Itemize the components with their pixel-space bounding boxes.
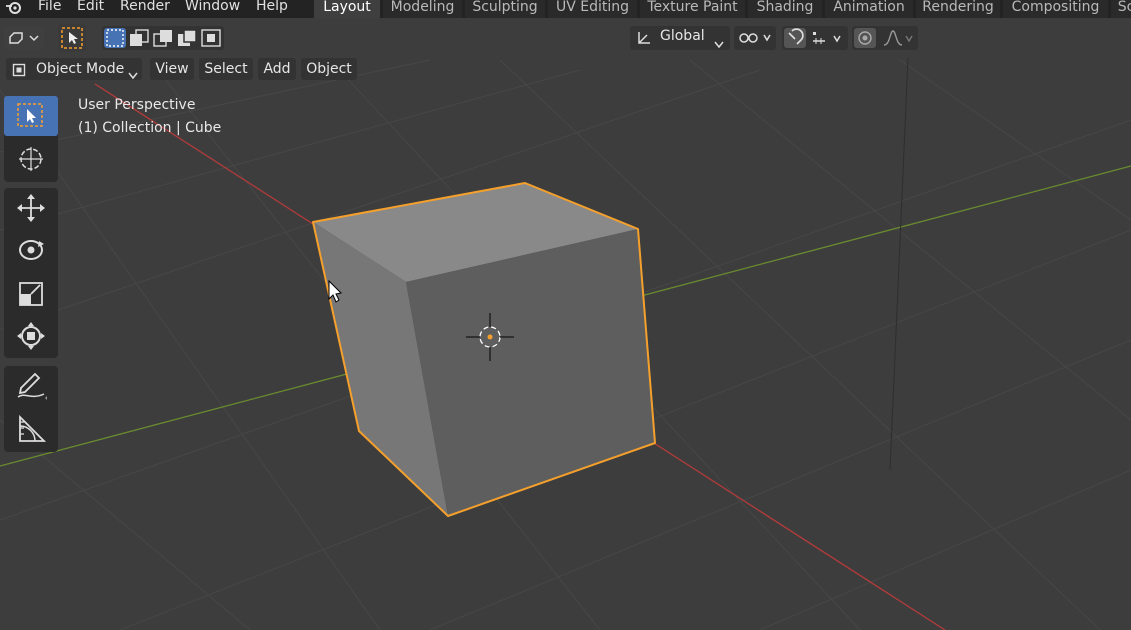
toolbar-group-transform: [4, 188, 58, 358]
tab-sculpting[interactable]: Sculpting: [465, 0, 545, 18]
select-cursor-icon: [61, 27, 83, 53]
viewport-3d[interactable]: [0, 0, 1131, 630]
tab-layout[interactable]: Layout: [314, 0, 380, 18]
mode-chevron-down-icon: [128, 65, 138, 87]
mode-label: Object Mode: [36, 61, 125, 77]
tab-shading[interactable]: Shading: [748, 0, 822, 18]
pivot-point-dropdown[interactable]: [734, 26, 776, 50]
perspective-label: User Perspective: [78, 97, 196, 113]
tab-texture-paint[interactable]: Texture Paint: [640, 0, 745, 18]
magnet-icon[interactable]: [784, 28, 806, 48]
scale-tool[interactable]: [4, 274, 58, 314]
tab-modeling[interactable]: Modeling: [383, 0, 462, 18]
menu-object[interactable]: Object: [301, 58, 357, 80]
falloff-curve-icon[interactable]: [882, 28, 916, 52]
z-axis-line: [889, 57, 909, 471]
select-box-tool[interactable]: [4, 96, 58, 136]
editor-type-icon: [8, 30, 40, 50]
menu-add[interactable]: Add: [258, 58, 296, 80]
editor-type-button[interactable]: [4, 26, 44, 50]
blender-logo-icon[interactable]: [6, 0, 22, 14]
top-menu-bar: File Edit Render Window Help Layout Mode…: [0, 0, 1131, 18]
select-subtract-icon[interactable]: [152, 28, 174, 52]
select-intersect-icon[interactable]: [200, 28, 222, 52]
cube[interactable]: [312, 182, 656, 517]
toolbar-group-annotate: [4, 366, 58, 452]
chevron-down-icon: [714, 34, 724, 53]
proportional-editing-icon[interactable]: [854, 28, 876, 48]
select-mode-button[interactable]: [58, 24, 86, 52]
pivot-point-icon: [738, 30, 772, 50]
menu-render[interactable]: Render: [120, 0, 170, 14]
rotate-tool[interactable]: [4, 230, 58, 270]
selection-mode-group: [102, 26, 224, 50]
measure-tool[interactable]: [4, 410, 58, 450]
mode-dropdown[interactable]: Object Mode: [6, 58, 142, 80]
transform-tool[interactable]: [4, 316, 58, 356]
move-tool[interactable]: [4, 188, 58, 228]
tab-animation[interactable]: Animation: [825, 0, 913, 18]
tab-compositing[interactable]: Compositing: [1003, 0, 1108, 18]
menu-window[interactable]: Window: [185, 0, 240, 14]
toolbar-group-select: [4, 96, 58, 182]
menu-view[interactable]: View: [150, 58, 194, 80]
cursor-tool[interactable]: [4, 140, 58, 180]
collection-label: (1) Collection | Cube: [78, 120, 222, 136]
orientation-label: Global: [660, 28, 705, 44]
menu-help[interactable]: Help: [256, 0, 288, 14]
tab-uv-editing[interactable]: UV Editing: [548, 0, 637, 18]
select-invert-icon[interactable]: [176, 28, 198, 52]
object-mode-icon: [12, 62, 26, 84]
proportional-editing-group: [852, 26, 918, 50]
annotate-tool[interactable]: [4, 366, 58, 406]
tool-header: Global: [0, 18, 1131, 56]
tab-rendering[interactable]: Rendering: [916, 0, 1000, 18]
orientation-axis-icon: [636, 30, 652, 50]
menu-file[interactable]: File: [38, 0, 61, 14]
select-new-icon[interactable]: [104, 28, 126, 48]
menu-edit[interactable]: Edit: [77, 0, 104, 14]
menu-select[interactable]: Select: [199, 58, 253, 80]
snapping-group: [782, 26, 848, 50]
select-extend-icon[interactable]: [128, 28, 150, 52]
snap-increment-icon[interactable]: [810, 28, 846, 52]
tab-scripting[interactable]: Sc: [1111, 0, 1131, 18]
transform-orientation-dropdown[interactable]: Global: [630, 26, 730, 50]
